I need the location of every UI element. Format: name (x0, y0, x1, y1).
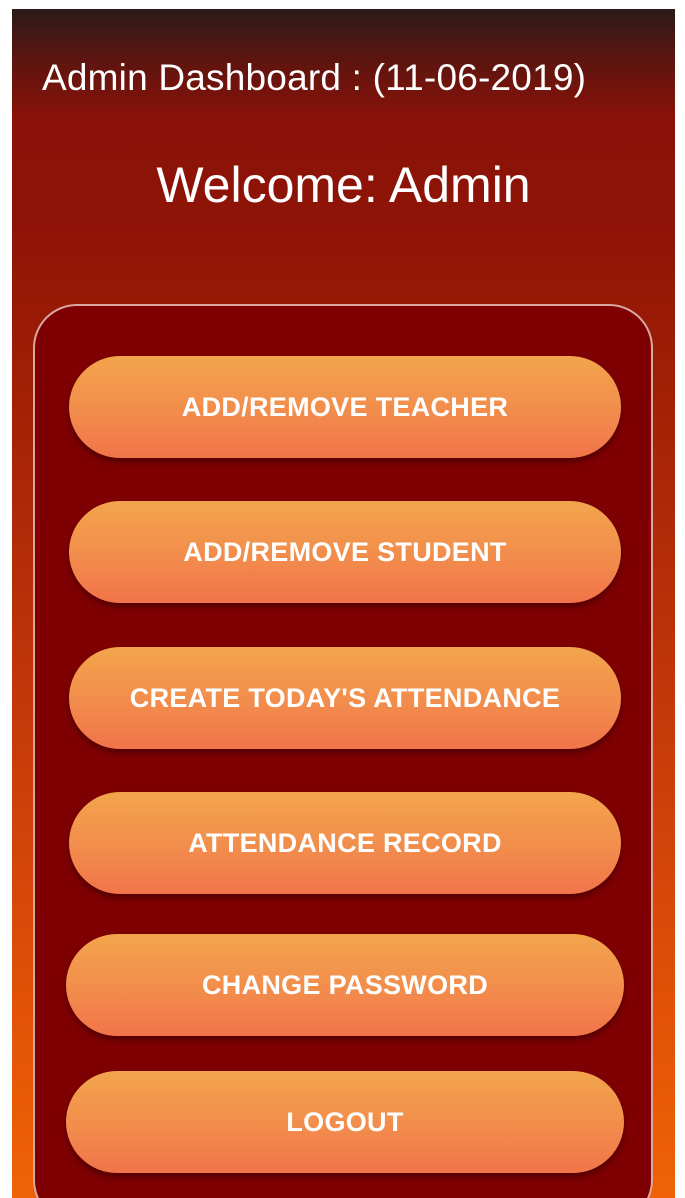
logout-button[interactable]: LOGOUT (66, 1071, 624, 1173)
add-remove-student-button[interactable]: ADD/REMOVE STUDENT (69, 501, 621, 603)
page-title: Admin Dashboard : (11-06-2019) (42, 57, 587, 98)
app-screen: Admin Dashboard : (11-06-2019) Welcome: … (12, 9, 675, 1198)
change-password-button[interactable]: CHANGE PASSWORD (66, 934, 624, 1036)
menu-panel: ADD/REMOVE TEACHER ADD/REMOVE STUDENT CR… (33, 304, 653, 1198)
welcome-message: Welcome: Admin (156, 157, 531, 213)
add-remove-teacher-button[interactable]: ADD/REMOVE TEACHER (69, 356, 621, 458)
attendance-record-button[interactable]: ATTENDANCE RECORD (69, 792, 621, 894)
create-attendance-button[interactable]: CREATE TODAY'S ATTENDANCE (69, 647, 621, 749)
